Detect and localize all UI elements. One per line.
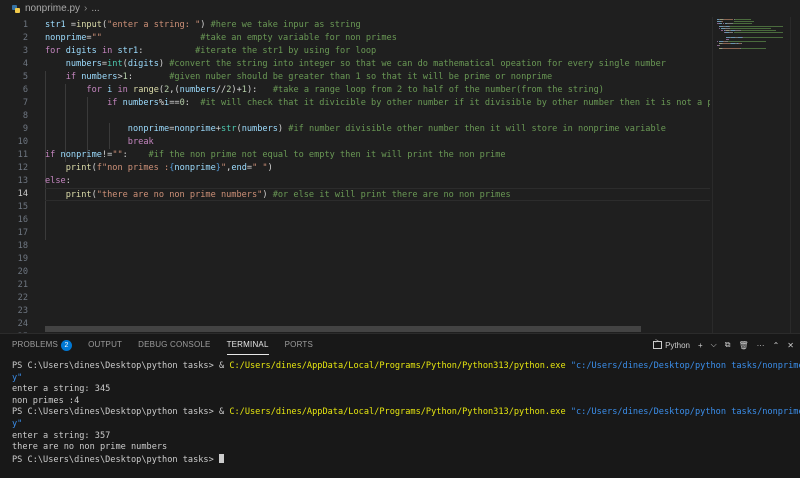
line-number: 16 [17,215,28,225]
line-number: 21 [17,280,28,290]
bottom-panel: PROBLEMS 2 OUTPUT DEBUG CONSOLE TERMINAL PORT… [0,333,800,478]
code-line[interactable]: print(f"non primes :{nonprime}",end=" ") [45,162,273,175]
minimap-line [723,19,734,20]
code-editor[interactable]: 1234567891011121314151617181920212223242… [0,17,800,333]
line-number: 5 [22,72,28,82]
code-line[interactable]: if nonprime!="": #if the non prime not e… [45,149,506,162]
code-line[interactable]: for digits in str1: #iterate the str1 by… [45,45,376,58]
terminal-line: enter a string: 357 [12,430,111,441]
line-number: 3 [22,46,28,56]
minimap-line [728,41,766,42]
line-number: 24 [17,319,28,329]
terminal-icon [653,339,663,349]
terminal-line: PS C:\Users\dines\Desktop\python tasks> … [12,361,800,371]
minimap-line [730,27,771,29]
code-line[interactable]: print("there are no non prime numbers") … [45,188,710,201]
terminal-line: enter a string: 345 [12,384,111,395]
code-line[interactable]: else: [45,175,71,188]
tab-problems[interactable]: PROBLEMS 2 [12,334,73,356]
terminal-line: y" [12,372,23,383]
terminal-profile-label: Python [665,340,690,350]
close-panel-icon[interactable]: ✕ [787,341,794,350]
code-line[interactable]: nonprime="" #take an empty variable for … [45,32,397,45]
terminal-line: there are no non prime numbers [12,442,168,453]
code-line[interactable]: nonprime=nonprime+str(numbers) #if numbe… [45,123,666,136]
split-terminal-icon[interactable]: ⧉ [725,340,731,350]
problems-count-badge: 2 [61,339,73,351]
minimap-line [733,32,783,34]
code-line[interactable]: if numbers>1: #given nuber should be gre… [45,71,552,84]
minimap-line [721,21,724,23]
terminal-line: PS C:\Users\dines\Desktop\python tasks> [12,453,792,466]
code-line[interactable]: numbers=int(digits) #convert the string … [45,58,666,71]
code-area[interactable]: str1 =input("enter a string: ") #here we… [45,17,710,333]
minimap-line [732,23,753,25]
new-terminal-icon[interactable]: + [698,341,703,350]
minimap-line [740,43,742,45]
code-line[interactable]: if numbers%i==0: #it will check that it … [45,97,710,110]
terminal-toolbar: Python + ⌵ ⧉ 🗑 ··· ⌃ ✕ [645,338,794,352]
line-number: 1 [22,20,28,30]
minimap-line [741,47,767,49]
minimap-line [730,25,783,27]
maximize-panel-icon[interactable]: ⌃ [773,341,780,350]
breadcrumb-separator-icon: › [84,3,88,14]
line-number: 15 [17,202,28,212]
minimap-line [722,47,741,49]
terminal-cursor [218,453,224,463]
line-number: 14 [17,189,28,199]
line-number: 4 [22,59,28,69]
code-line[interactable]: str1 =input("enter a string: ") #here we… [45,19,361,32]
terminal-line: PS C:\Users\dines\Desktop\python tasks> … [12,407,800,418]
more-actions-icon[interactable]: ··· [757,341,765,350]
minimap-line [741,30,777,31]
vertical-scrollbar[interactable] [790,17,800,333]
minimap[interactable] [712,17,788,333]
terminal-profile[interactable]: Python [653,339,690,350]
minimap-line [734,19,751,20]
minimap-line [722,43,731,45]
line-number-gutter: 1234567891011121314151617181920212223242… [0,17,38,333]
python-file-icon [12,4,20,13]
minimap-line [719,23,723,25]
line-number: 12 [17,163,28,173]
minimap-line [742,36,783,38]
line-number: 18 [17,241,28,251]
minimap-line [725,38,729,40]
tab-output[interactable]: OUTPUT [88,334,122,356]
minimap-line [733,21,755,23]
line-number: 20 [17,267,28,277]
line-number: 22 [17,293,28,303]
line-number: 23 [17,306,28,316]
line-number: 6 [22,85,28,95]
tab-terminal[interactable]: TERMINAL [226,334,269,356]
line-number: 7 [22,98,28,108]
terminal-line: y" [12,418,23,429]
tab-debug-console[interactable]: DEBUG CONSOLE [138,334,210,356]
breadcrumb: nonprime.py › ... [0,0,800,17]
line-number: 11 [17,150,28,160]
tab-ports[interactable]: PORTS [285,334,313,356]
minimap-line [719,45,720,47]
trash-icon[interactable]: 🗑 [738,341,748,350]
terminal-line: non primes :4 [12,395,80,406]
breadcrumb-more[interactable]: ... [91,3,99,14]
line-number: 10 [17,137,28,147]
breadcrumb-file[interactable]: nonprime.py [25,3,80,14]
line-number: 17 [17,228,28,238]
line-number: 2 [22,33,28,43]
line-number: 8 [22,111,28,121]
horizontal-scrollbar[interactable] [45,326,641,332]
line-number: 19 [17,254,28,264]
code-line[interactable]: for i in range(2,(numbers//2)+1): #take … [45,84,604,97]
chevron-down-icon[interactable]: ⌵ [711,340,717,350]
code-line[interactable]: break [45,136,154,149]
terminal-output[interactable]: PS C:\Users\dines\Desktop\python tasks> … [12,361,800,466]
line-number: 13 [17,176,28,186]
line-number: 9 [22,124,28,134]
